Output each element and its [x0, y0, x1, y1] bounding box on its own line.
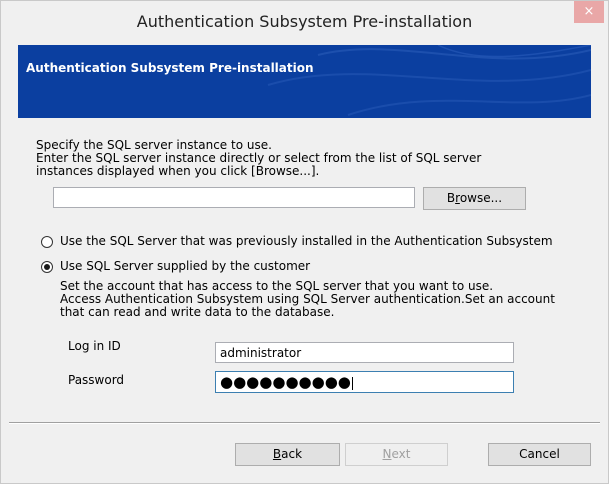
banner-swoosh-graphic [267, 45, 591, 116]
close-button[interactable]: × [574, 1, 604, 23]
login-id-input[interactable]: administrator [215, 342, 514, 363]
radio-previous-sql-server[interactable] [41, 236, 53, 248]
installer-window: Authentication Subsystem Pre-installatio… [0, 0, 609, 484]
password-input[interactable]: ●●●●●●●●●● [215, 371, 514, 393]
radio-selected-dot [44, 264, 50, 270]
password-masked-value: ●●●●●●●●●● [220, 373, 351, 391]
main-content: Specify the SQL server instance to use. … [18, 118, 591, 422]
window-title: Authentication Subsystem Pre-installatio… [136, 12, 473, 31]
radio-customer-sql-server[interactable] [41, 261, 53, 273]
text-caret [351, 377, 353, 390]
customer-desc-line-2: Access Authentication Subsystem using SQ… [60, 292, 555, 306]
label-customer-sql-server[interactable]: Use SQL Server supplied by the customer [60, 259, 310, 273]
customer-desc-line-1: Set the account that has access to the S… [60, 279, 494, 293]
back-button[interactable]: Back [235, 443, 340, 466]
label-previous-sql-server[interactable]: Use the SQL Server that was previously i… [60, 234, 553, 248]
customer-desc-line-3: that can read and write data to the data… [60, 305, 335, 319]
browse-button[interactable]: Browse... [423, 187, 526, 210]
footer-separator-highlight [9, 423, 600, 424]
next-button[interactable]: Next [345, 443, 448, 466]
header-banner: Authentication Subsystem Pre-installatio… [18, 45, 591, 118]
instruction-line-1: Specify the SQL server instance to use. [36, 138, 272, 152]
cancel-button[interactable]: Cancel [488, 443, 591, 466]
instruction-line-2: Enter the SQL server instance directly o… [36, 151, 482, 165]
banner-title: Authentication Subsystem Pre-installatio… [26, 61, 314, 75]
sql-instance-input[interactable] [53, 187, 415, 208]
close-icon: × [583, 4, 595, 19]
instruction-line-3: instances displayed when you click [Brow… [36, 164, 320, 178]
title-bar: Authentication Subsystem Pre-installatio… [1, 1, 608, 45]
login-id-label: Log in ID [68, 339, 121, 353]
password-label: Password [68, 373, 125, 387]
